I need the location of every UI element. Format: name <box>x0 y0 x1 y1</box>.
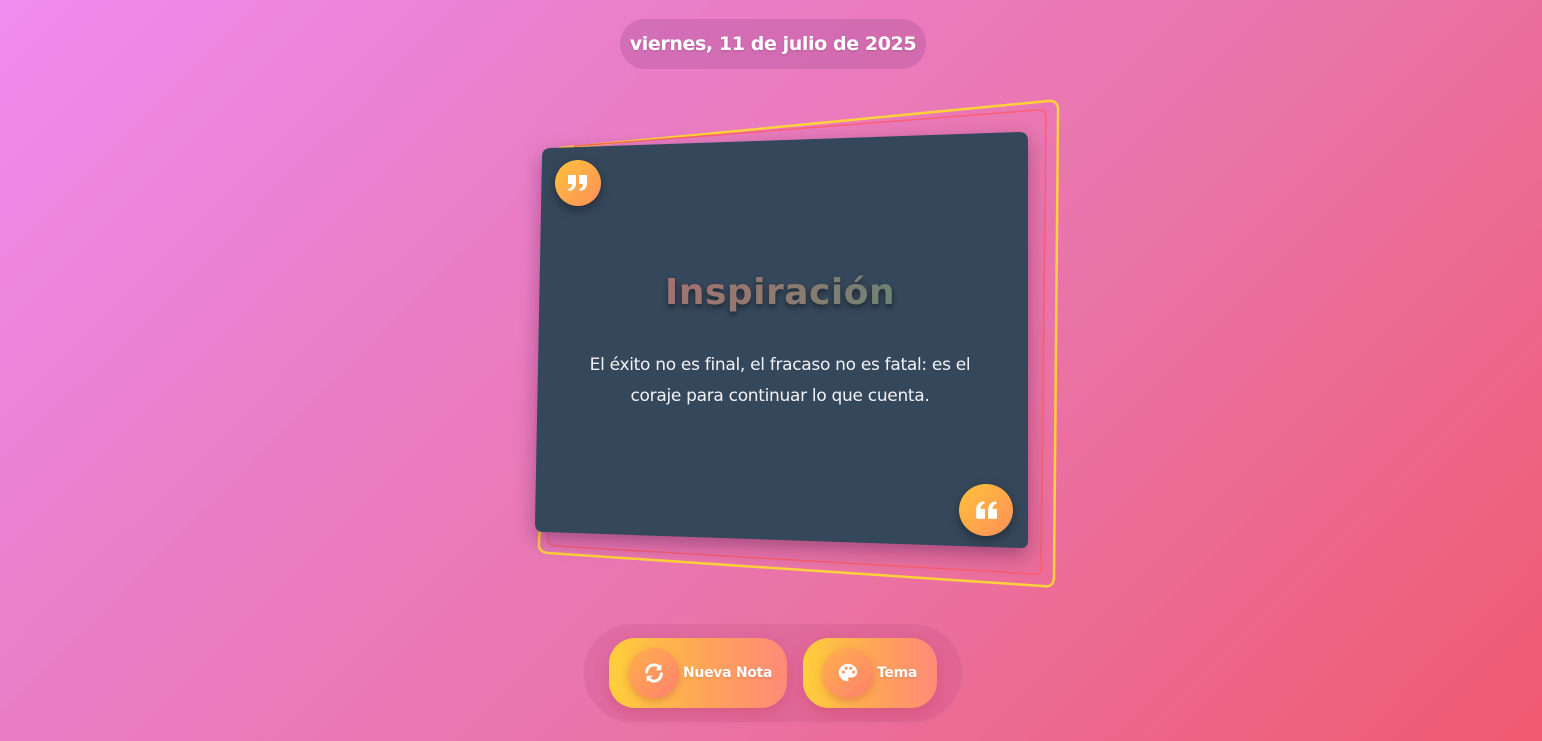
palette-icon <box>823 648 873 698</box>
quote-left-icon <box>959 484 1013 536</box>
theme-label: Tema <box>877 665 918 681</box>
theme-button[interactable]: Tema <box>803 638 937 708</box>
new-note-label: Nueva Nota <box>683 665 773 681</box>
quote-right-icon <box>555 160 601 206</box>
note-quote-text: El éxito no es final, el fracaso no es f… <box>589 355 971 406</box>
note-title: Inspiración <box>555 272 1005 313</box>
sync-icon <box>629 648 679 698</box>
card-surface <box>535 132 1028 549</box>
new-note-button[interactable]: Nueva Nota <box>609 638 787 708</box>
